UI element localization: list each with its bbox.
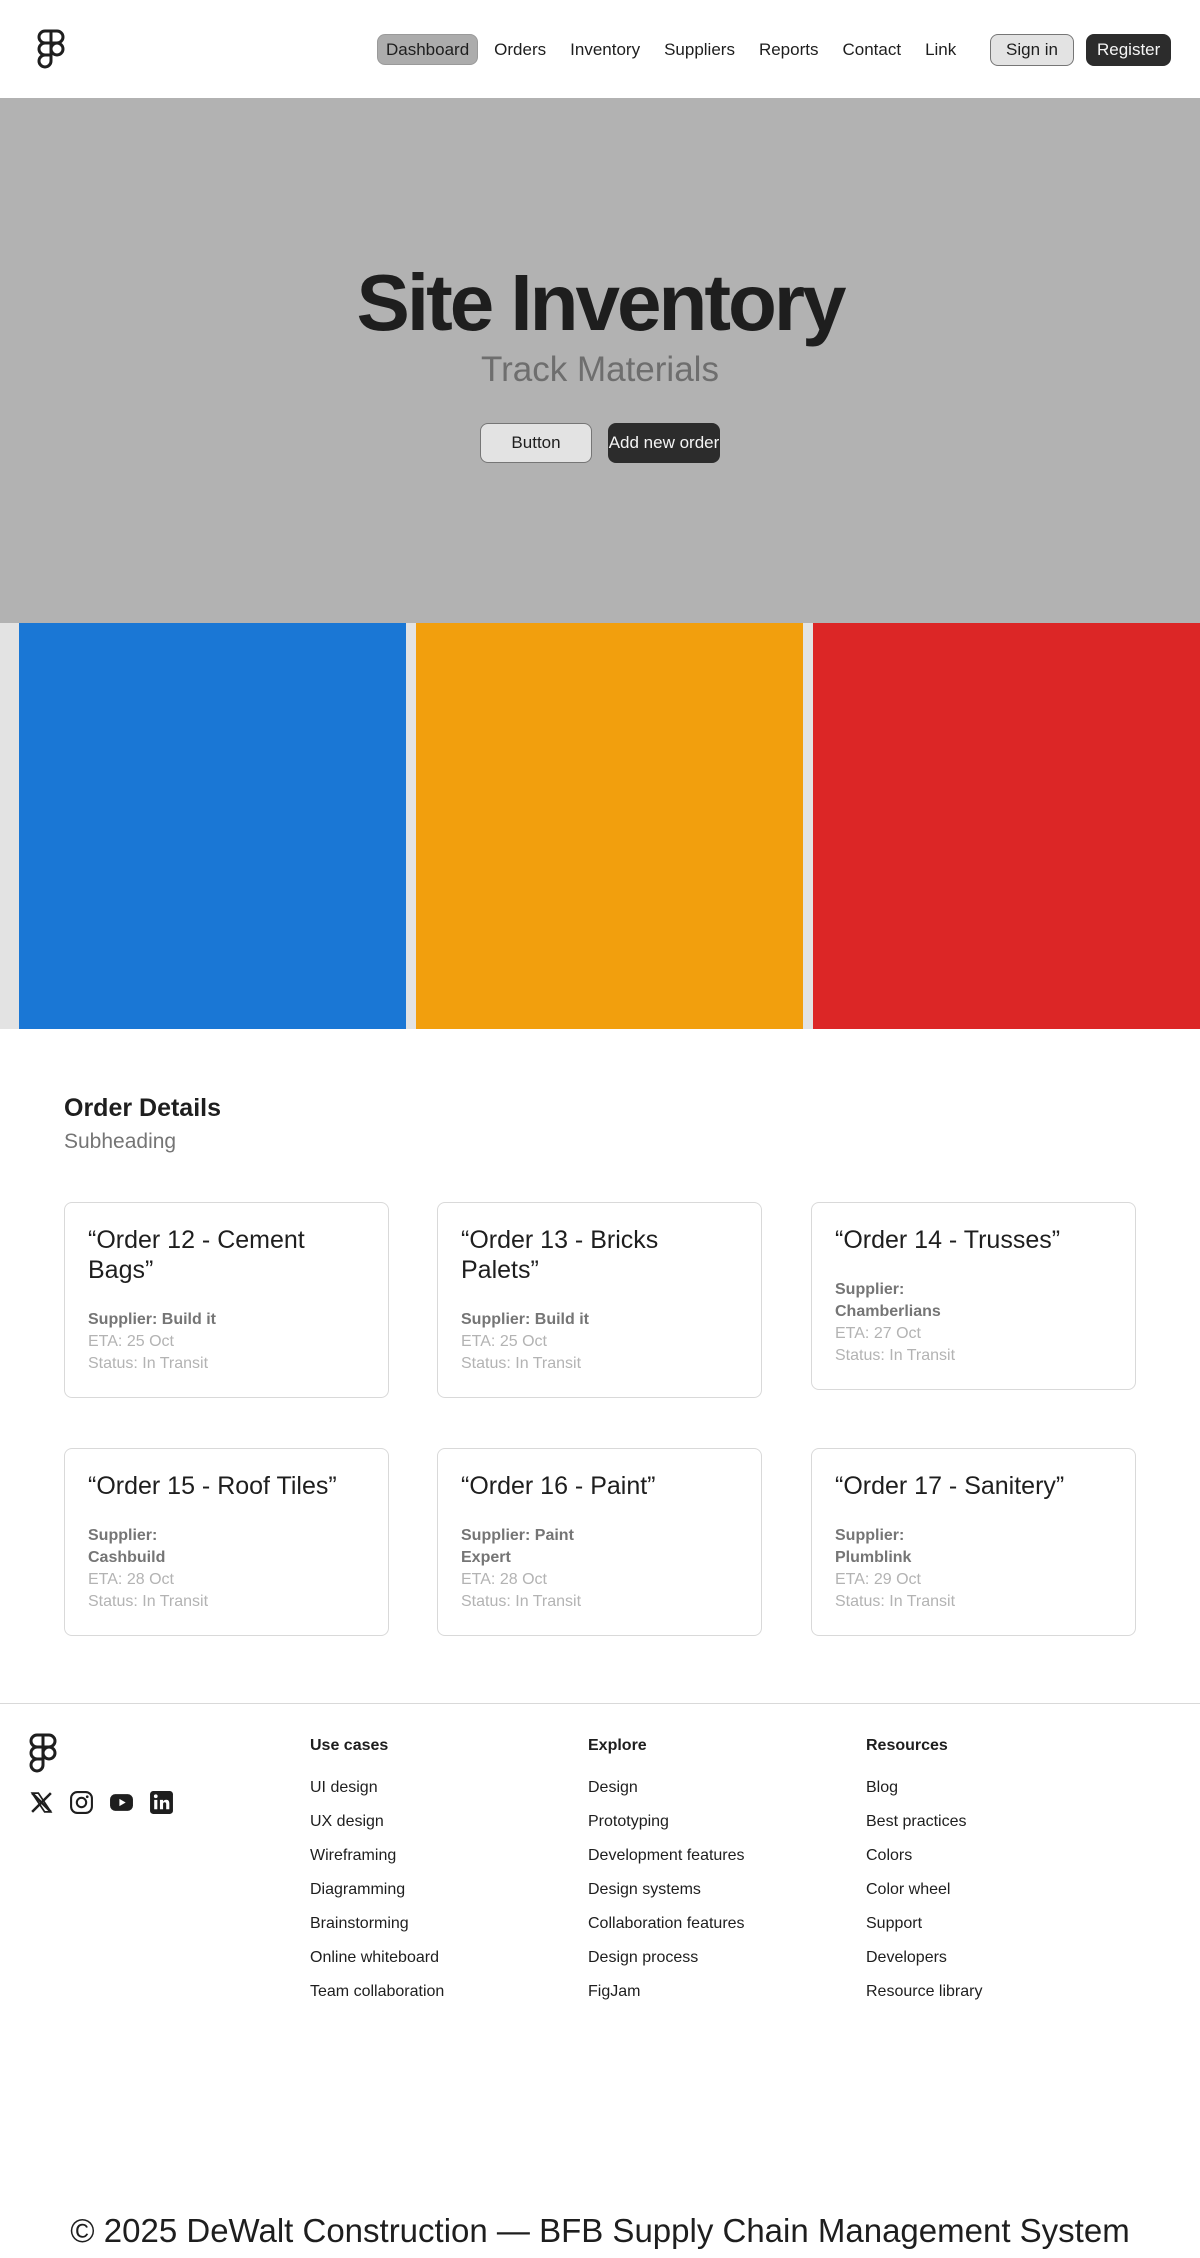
- footer-column-title: Explore: [588, 1737, 647, 1754]
- footer-link[interactable]: FigJam: [588, 1981, 745, 2003]
- footer-link[interactable]: Design process: [588, 1947, 745, 1969]
- order-card-title: “Order 16 - Paint”: [461, 1472, 656, 1500]
- nav-contact[interactable]: Contact: [834, 34, 909, 65]
- footer-link[interactable]: Online whiteboard: [310, 1947, 444, 1969]
- footer-column-use-cases: Use cases UI design UX design Wireframin…: [310, 1735, 444, 2015]
- add-new-order-button[interactable]: Add new order: [608, 423, 720, 463]
- x-icon[interactable]: [29, 1790, 54, 1815]
- order-card-supplier: Supplier: Paint Expert: [461, 1527, 574, 1566]
- order-card-eta: ETA: 29 Oct: [835, 1571, 921, 1588]
- order-card-title: “Order 14 - Trusses”: [835, 1226, 1061, 1254]
- hero-buttons: Button Add new order: [480, 423, 720, 463]
- order-card-title: “Order 13 - Bricks Palets”: [461, 1226, 659, 1284]
- register-button[interactable]: Register: [1085, 34, 1172, 66]
- footer-column-explore: Explore Design Prototyping Development f…: [588, 1735, 745, 2015]
- hero-section: Site Inventory Track Materials Button Ad…: [0, 98, 1200, 623]
- footer-column-resources: Resources Blog Best practices Colors Col…: [866, 1735, 982, 2015]
- figma-logo-icon[interactable]: [37, 29, 65, 69]
- order-card-status: Status: In Transit: [88, 1355, 209, 1372]
- hero-subtitle: Track Materials: [481, 350, 719, 389]
- order-card-eta: ETA: 25 Oct: [88, 1333, 174, 1350]
- footer-link[interactable]: Design: [588, 1777, 745, 1799]
- main-nav: Dashboard Orders Inventory Suppliers Rep…: [377, 34, 964, 65]
- order-card-status: Status: In Transit: [835, 1593, 956, 1610]
- nav-dashboard[interactable]: Dashboard: [377, 34, 479, 65]
- footer-link[interactable]: Color wheel: [866, 1879, 982, 1901]
- order-card[interactable]: “Order 12 - Cement Bags” Supplier: Build…: [64, 1202, 389, 1398]
- orange-block: [416, 623, 803, 1029]
- footer-link[interactable]: UI design: [310, 1777, 444, 1799]
- copyright-text: © 2025 DeWalt Construction — BFB Supply …: [70, 2212, 1130, 2249]
- hero-title: Site Inventory: [356, 258, 846, 347]
- order-card-supplier: Supplier: Cashbuild: [88, 1527, 166, 1566]
- footer-column-title: Use cases: [310, 1737, 389, 1754]
- footer-link[interactable]: Developers: [866, 1947, 982, 1969]
- order-card-eta: ETA: 28 Oct: [88, 1571, 174, 1588]
- footer-divider: [0, 1703, 1200, 1704]
- order-card-supplier: Supplier: Build it: [461, 1311, 589, 1328]
- footer-figma-logo-icon[interactable]: [29, 1733, 57, 1773]
- order-card[interactable]: “Order 17 - Sanitery” Supplier: Plumblin…: [811, 1448, 1136, 1636]
- order-card-status: Status: In Transit: [461, 1593, 582, 1610]
- youtube-icon[interactable]: [109, 1790, 134, 1815]
- social-links: [29, 1790, 174, 1815]
- nav-inventory[interactable]: Inventory: [562, 34, 648, 65]
- auth-buttons: Sign in Register: [990, 34, 1172, 66]
- footer-column-title: Resources: [866, 1737, 948, 1754]
- nav-link[interactable]: Link: [917, 34, 964, 65]
- footer-link[interactable]: Brainstorming: [310, 1913, 444, 1935]
- site-header: Dashboard Orders Inventory Suppliers Rep…: [0, 0, 1200, 98]
- footer-link[interactable]: Blog: [866, 1777, 982, 1799]
- order-card-supplier: Supplier: Chamberlians: [835, 1281, 941, 1320]
- footer-link[interactable]: UX design: [310, 1811, 444, 1833]
- nav-orders[interactable]: Orders: [486, 34, 554, 65]
- order-details-subheading: Subheading: [64, 1130, 177, 1153]
- footer-link[interactable]: Wireframing: [310, 1845, 444, 1867]
- order-card-supplier: Supplier: Plumblink: [835, 1527, 912, 1566]
- order-card-status: Status: In Transit: [835, 1347, 956, 1364]
- footer-link[interactable]: Resource library: [866, 1981, 982, 2003]
- footer-link[interactable]: Support: [866, 1913, 982, 1935]
- sign-in-button[interactable]: Sign in: [990, 34, 1074, 66]
- order-card[interactable]: “Order 13 - Bricks Palets” Supplier: Bui…: [437, 1202, 762, 1398]
- order-card[interactable]: “Order 15 - Roof Tiles” Supplier: Cashbu…: [64, 1448, 389, 1636]
- order-card-status: Status: In Transit: [461, 1355, 582, 1372]
- order-card-supplier: Supplier: Build it: [88, 1311, 216, 1328]
- footer-link[interactable]: Design systems: [588, 1879, 745, 1901]
- footer-link[interactable]: Development features: [588, 1845, 745, 1867]
- order-card[interactable]: “Order 14 - Trusses” Supplier: Chamberli…: [811, 1202, 1136, 1390]
- footer-link[interactable]: Diagramming: [310, 1879, 444, 1901]
- nav-reports[interactable]: Reports: [751, 34, 827, 65]
- order-card-status: Status: In Transit: [88, 1593, 209, 1610]
- order-details-heading: Order Details: [64, 1094, 222, 1122]
- order-card[interactable]: “Order 16 - Paint” Supplier: Paint Exper…: [437, 1448, 762, 1636]
- blue-block: [19, 623, 406, 1029]
- footer-link[interactable]: Team collaboration: [310, 1981, 444, 2003]
- order-card-eta: ETA: 25 Oct: [461, 1333, 547, 1350]
- instagram-icon[interactable]: [69, 1790, 94, 1815]
- nav-suppliers[interactable]: Suppliers: [656, 34, 743, 65]
- order-card-eta: ETA: 27 Oct: [835, 1325, 921, 1342]
- footer-link[interactable]: Prototyping: [588, 1811, 745, 1833]
- footer-link[interactable]: Best practices: [866, 1811, 982, 1833]
- red-block: [813, 623, 1200, 1029]
- order-card-eta: ETA: 28 Oct: [461, 1571, 547, 1588]
- color-band: [0, 623, 1200, 1029]
- order-card-title: “Order 12 - Cement Bags”: [88, 1226, 305, 1284]
- order-card-title: “Order 17 - Sanitery”: [835, 1472, 1065, 1500]
- linkedin-icon[interactable]: [149, 1790, 174, 1815]
- footer-link[interactable]: Collaboration features: [588, 1913, 745, 1935]
- hero-button[interactable]: Button: [480, 423, 592, 463]
- order-card-title: “Order 15 - Roof Tiles”: [88, 1472, 337, 1500]
- footer-link[interactable]: Colors: [866, 1845, 982, 1867]
